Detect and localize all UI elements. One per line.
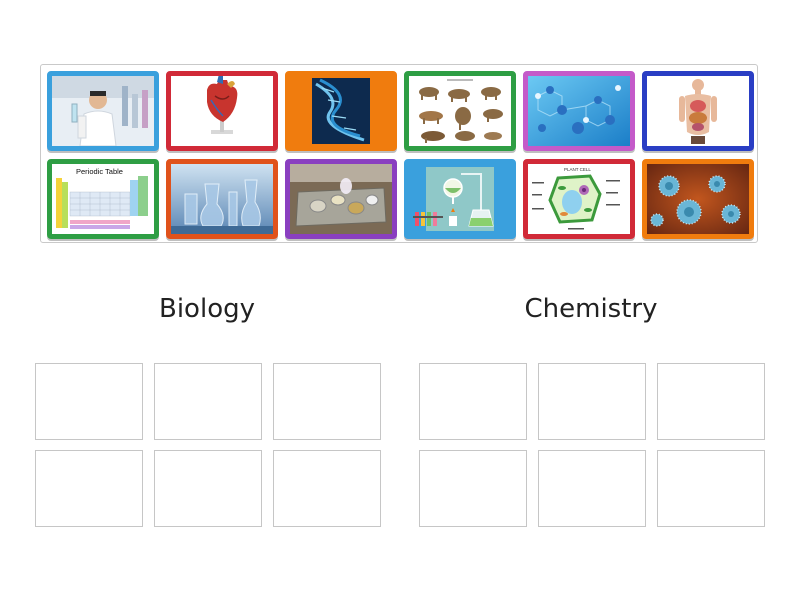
heart-model-image[interactable] [166,71,278,151]
biology-drop-slot[interactable] [35,450,143,527]
dna-helix-image[interactable] [285,71,397,151]
chemistry-drop-slot[interactable] [657,450,765,527]
biology-drop-slot[interactable] [35,363,143,440]
biology-drop-slot[interactable] [273,450,381,527]
biology-drop-slot[interactable] [154,450,262,527]
lab-glassware-picture [171,164,273,234]
group-title-biology: Biology [159,294,255,324]
periodic-table-image[interactable]: Periodic Table [47,159,159,239]
animals-evolution-image[interactable] [404,71,516,151]
chemical-tray-image[interactable] [285,159,397,239]
chemical-tray-picture [290,164,392,234]
periodic-table-caption: Periodic Table [76,167,123,176]
scientist-lab-picture [52,76,154,146]
group-title-chemistry: Chemistry [524,294,658,324]
chemistry-drop-slot[interactable] [657,363,765,440]
lab-glassware-image[interactable] [166,159,278,239]
human-torso-image[interactable] [642,71,754,151]
human-torso-picture [647,76,749,146]
molecules-picture [528,76,630,146]
chemistry-drop-slot[interactable] [419,450,527,527]
distillation-illustration-image[interactable] [404,159,516,239]
plant-cell-caption: PLANT CELL [564,167,591,172]
dna-helix-picture [290,76,392,146]
chemistry-drop-slot[interactable] [419,363,527,440]
animals-evolution-picture [409,76,511,146]
distillation-illustration-picture [409,164,511,234]
tile-tray: Periodic Table PLANT CELL [40,64,758,243]
scientist-lab-image[interactable] [47,71,159,151]
chemistry-drop-slot[interactable] [538,363,646,440]
heart-model-picture [171,76,273,146]
virus-particles-image[interactable] [642,159,754,239]
molecules-image[interactable] [523,71,635,151]
biology-drop-slot[interactable] [273,363,381,440]
chemistry-drop-slot[interactable] [538,450,646,527]
periodic-table-picture: Periodic Table [52,164,154,234]
plant-cell-diagram-picture: PLANT CELL [528,164,630,234]
virus-particles-picture [647,164,749,234]
plant-cell-diagram-image[interactable]: PLANT CELL [523,159,635,239]
biology-drop-slot[interactable] [154,363,262,440]
